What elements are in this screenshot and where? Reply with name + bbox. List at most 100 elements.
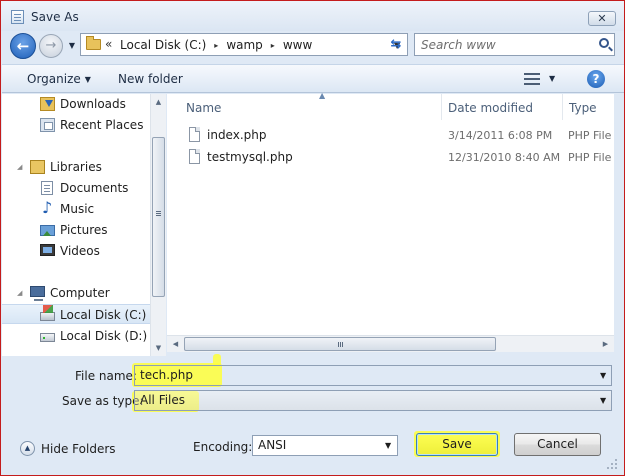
- refresh-icon: ⇆: [390, 37, 402, 52]
- file-name-label: File name:: [75, 369, 137, 383]
- organize-button[interactable]: Organize ▼: [27, 72, 91, 86]
- nav-item-label: Local Disk (D:): [60, 329, 148, 343]
- expand-arrow-icon[interactable]: ◢: [17, 163, 22, 171]
- scroll-right-arrow-icon[interactable]: ▶: [597, 336, 614, 352]
- nav-item-videos[interactable]: Videos: [2, 241, 150, 261]
- back-button[interactable]: ←: [10, 33, 36, 59]
- navigation-pane: Downloads Recent Places ◢ Libraries Docu…: [2, 94, 150, 356]
- column-header-name[interactable]: Name ▲: [180, 91, 442, 120]
- local-disk-icon: [40, 333, 55, 342]
- file-icon: [189, 149, 200, 164]
- recent-places-icon: [40, 118, 55, 132]
- scrollbar-thumb[interactable]: [184, 337, 496, 351]
- window-title: Save As: [31, 10, 79, 24]
- search-icon[interactable]: [599, 38, 609, 48]
- nav-item-label: Libraries: [50, 160, 102, 174]
- resize-grip-icon[interactable]: [606, 458, 618, 470]
- scrollbar-thumb[interactable]: [152, 137, 165, 297]
- file-list: Name ▲ Date modified Type index.php 3/14…: [167, 91, 614, 335]
- nav-item-local-disk-d[interactable]: Local Disk (D:): [2, 326, 150, 346]
- scroll-up-arrow-icon[interactable]: ▲: [151, 94, 166, 110]
- grip-icon: [338, 342, 339, 347]
- file-name-cell: index.php: [207, 128, 267, 142]
- file-date-cell: 3/14/2011 6:08 PM: [448, 129, 553, 142]
- breadcrumb-www[interactable]: www: [283, 38, 312, 52]
- new-folder-button[interactable]: New folder: [118, 72, 183, 86]
- music-icon: [40, 198, 55, 217]
- file-icon: [189, 127, 200, 142]
- nav-item-local-disk-c[interactable]: Local Disk (C:): [2, 304, 150, 324]
- local-disk-icon: [40, 305, 55, 321]
- arrow-left-icon: ←: [16, 37, 30, 55]
- nav-item-recent-places[interactable]: Recent Places: [2, 115, 150, 135]
- title-bar: Save As ✕: [1, 1, 624, 31]
- breadcrumb-local-disk[interactable]: Local Disk (C:): [120, 38, 206, 52]
- column-header-date-modified[interactable]: Date modified: [442, 94, 563, 120]
- nav-item-label: Videos: [60, 244, 100, 258]
- file-type-cell: PHP File: [568, 151, 612, 164]
- table-row[interactable]: testmysql.php 12/31/2010 8:40 AM PHP Fil…: [187, 148, 614, 168]
- scroll-left-arrow-icon[interactable]: ◀: [167, 336, 184, 352]
- change-view-icon[interactable]: [524, 73, 540, 85]
- collapse-up-icon[interactable]: ▲: [20, 441, 35, 456]
- command-toolbar: Organize ▼ New folder ▼ ?: [2, 64, 624, 93]
- nav-item-music[interactable]: Music: [2, 198, 150, 219]
- nav-item-downloads[interactable]: Downloads: [2, 94, 150, 114]
- breadcrumb: Local Disk (C:) ▸ wamp ▸ www: [120, 38, 312, 52]
- encoding-value: ANSI: [258, 438, 287, 452]
- nav-item-computer[interactable]: ◢ Computer: [2, 283, 150, 303]
- file-type-cell: PHP File: [568, 129, 612, 142]
- breadcrumb-separator-icon[interactable]: ▸: [214, 41, 218, 52]
- nav-pane-scrollbar[interactable]: ▲ ▼: [150, 94, 166, 356]
- arrow-right-icon: →: [45, 38, 57, 53]
- forward-button[interactable]: →: [39, 34, 63, 58]
- close-button[interactable]: ✕: [588, 11, 616, 26]
- file-list-horizontal-scrollbar[interactable]: ◀ ▶: [167, 335, 614, 352]
- hide-folders-button[interactable]: Hide Folders: [41, 442, 116, 456]
- refresh-button[interactable]: ⇆: [384, 34, 408, 55]
- nav-item-label: Documents: [60, 181, 129, 195]
- file-date-cell: 12/31/2010 8:40 AM: [448, 151, 561, 164]
- column-header-label: Date modified: [448, 101, 534, 115]
- save-as-type-label: Save as type:: [62, 394, 144, 408]
- view-options-dropdown[interactable]: ▼: [549, 74, 555, 83]
- computer-icon: [30, 286, 45, 301]
- grip-icon: [156, 211, 161, 212]
- pictures-icon: [40, 225, 55, 236]
- encoding-select[interactable]: ANSI ▼: [252, 435, 398, 456]
- save-button[interactable]: Save: [416, 433, 498, 456]
- nav-item-label: Music: [60, 202, 95, 216]
- folder-icon: [86, 36, 101, 50]
- save-as-type-value: All Files: [140, 393, 186, 407]
- recent-locations-dropdown[interactable]: ▼: [67, 41, 77, 51]
- cancel-button[interactable]: Cancel: [514, 433, 601, 456]
- chevron-down-icon: ▼: [84, 75, 91, 84]
- address-bar[interactable]: « Local Disk (C:) ▸ wamp ▸ www ▼: [80, 33, 408, 56]
- breadcrumb-separator-icon[interactable]: ▸: [271, 41, 275, 52]
- chevron-down-icon[interactable]: ▼: [385, 441, 391, 450]
- save-as-type-select[interactable]: All Files ▼: [134, 390, 612, 411]
- file-name-cell: testmysql.php: [207, 150, 293, 164]
- nav-item-label: Computer: [50, 286, 110, 300]
- nav-item-documents[interactable]: Documents: [2, 178, 150, 198]
- breadcrumb-wamp[interactable]: wamp: [226, 38, 262, 52]
- search-input[interactable]: [421, 37, 591, 52]
- column-header-label: Name: [186, 101, 222, 115]
- nav-item-pictures[interactable]: Pictures: [2, 220, 150, 240]
- chevron-down-icon[interactable]: ▼: [600, 371, 606, 380]
- column-header-type[interactable]: Type: [563, 94, 614, 120]
- nav-item-label: Local Disk (C:): [60, 308, 147, 322]
- nav-item-libraries[interactable]: ◢ Libraries: [2, 157, 150, 177]
- expand-arrow-icon[interactable]: ◢: [17, 289, 22, 297]
- file-name-field[interactable]: tech.php ▼: [134, 365, 612, 386]
- nav-item-label: Recent Places: [60, 118, 144, 132]
- breadcrumb-overflow[interactable]: «: [105, 37, 112, 51]
- sort-ascending-icon: ▲: [319, 91, 326, 100]
- documents-icon: [41, 181, 53, 195]
- help-icon[interactable]: ?: [587, 70, 605, 88]
- chevron-down-icon[interactable]: ▼: [600, 396, 606, 405]
- file-name-value[interactable]: tech.php: [140, 368, 193, 382]
- nav-item-label: Pictures: [60, 223, 108, 237]
- table-row[interactable]: index.php 3/14/2011 6:08 PM PHP File: [187, 126, 614, 146]
- scroll-down-arrow-icon[interactable]: ▼: [151, 340, 166, 356]
